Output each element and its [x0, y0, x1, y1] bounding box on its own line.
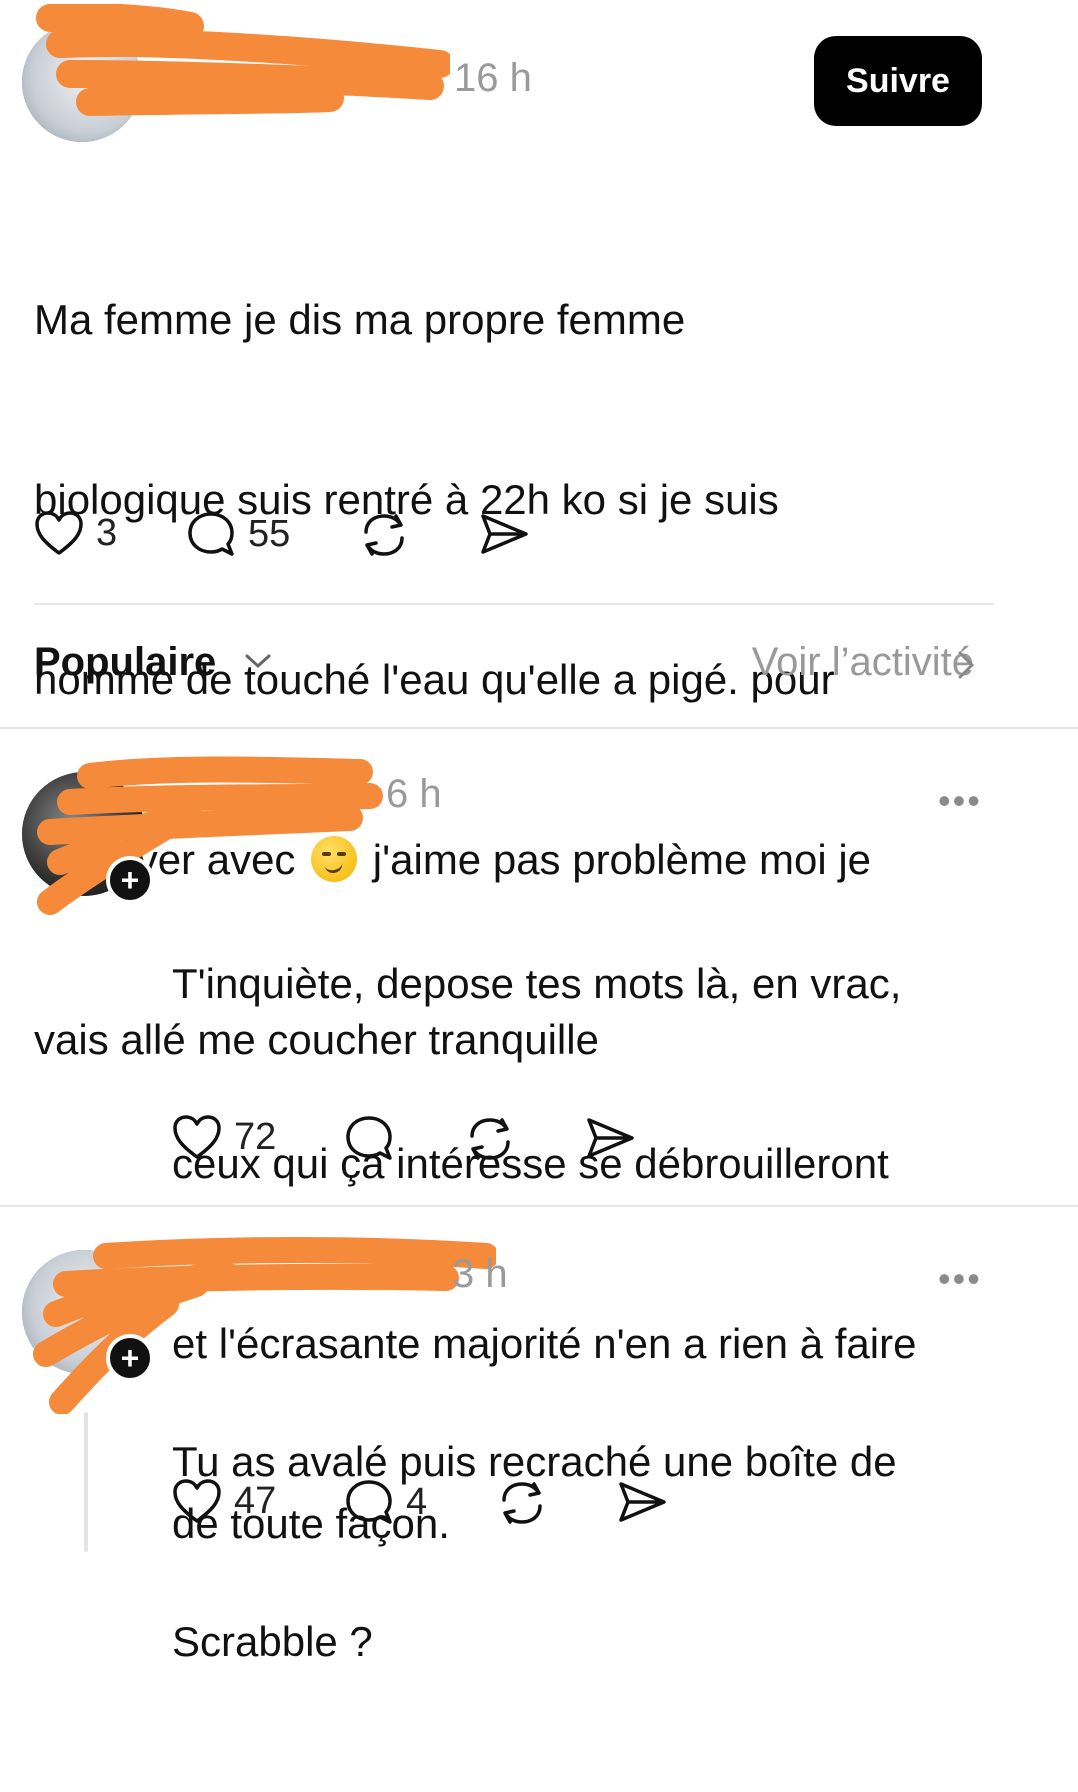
- chevron-down-icon: [245, 654, 271, 669]
- like-count: 3: [96, 511, 118, 554]
- reply-count: 4: [406, 1480, 428, 1523]
- plus-icon[interactable]: +: [106, 1334, 154, 1382]
- chevron-right-icon: [958, 651, 975, 679]
- heart-icon: [173, 1479, 221, 1523]
- comment-text-line: Scrabble ?: [172, 1618, 373, 1665]
- follow-button[interactable]: Suivre: [814, 36, 982, 126]
- reply-button[interactable]: [344, 1114, 394, 1162]
- comment-text-line: T'inquiète, depose tes mots là, en vrac,: [172, 960, 902, 1007]
- comment-time: 6 h: [386, 772, 442, 816]
- send-icon: [619, 1482, 666, 1522]
- repost-icon: [364, 514, 404, 556]
- send-icon: [587, 1118, 634, 1158]
- view-activity-link[interactable]: Voir l’activité: [752, 640, 974, 685]
- comment-time: 3 h: [452, 1252, 508, 1296]
- repost-button[interactable]: [496, 1478, 548, 1528]
- heart-icon: [173, 1115, 221, 1159]
- repost-button[interactable]: [358, 510, 410, 560]
- reply-button[interactable]: 55: [186, 510, 290, 558]
- like-count: 72: [234, 1115, 277, 1158]
- speech-bubble-icon: [346, 1480, 392, 1524]
- divider: [0, 1205, 1078, 1207]
- divider: [34, 603, 994, 605]
- post-time: 16 h: [454, 56, 532, 100]
- share-button[interactable]: [616, 1478, 668, 1526]
- post-text-line: Ma femme je dis ma propre femme: [34, 296, 686, 343]
- share-button[interactable]: [478, 510, 530, 558]
- speech-bubble-icon: [188, 512, 234, 556]
- heart-icon: [35, 511, 83, 555]
- like-button[interactable]: 3: [34, 510, 117, 556]
- more-options-icon[interactable]: •••: [938, 780, 982, 822]
- comment-text-line: ceux qui ça intéresse se débrouilleront: [172, 1140, 889, 1187]
- share-button[interactable]: [584, 1114, 636, 1162]
- thread-line: [84, 1412, 88, 1552]
- like-count: 47: [234, 1479, 277, 1522]
- post-text-line: biologique suis rentré à 22h ko si je su…: [34, 476, 779, 523]
- like-button[interactable]: 47: [172, 1478, 276, 1524]
- divider: [0, 727, 1078, 729]
- repost-icon: [502, 1482, 542, 1524]
- more-options-icon[interactable]: •••: [938, 1258, 982, 1300]
- reply-count: 55: [248, 512, 291, 555]
- repost-button[interactable]: [464, 1114, 516, 1164]
- send-icon: [481, 514, 528, 554]
- reply-button[interactable]: 4: [344, 1478, 427, 1526]
- repost-icon: [470, 1118, 510, 1160]
- like-button[interactable]: 72: [172, 1114, 276, 1160]
- sort-dropdown[interactable]: Populaire: [34, 640, 216, 685]
- redaction-scribble: [36, 4, 450, 116]
- comment-text: Tu as avalé puis recraché une boîte de S…: [172, 1312, 897, 1792]
- speech-bubble-icon: [346, 1116, 392, 1160]
- plus-icon[interactable]: +: [106, 856, 154, 904]
